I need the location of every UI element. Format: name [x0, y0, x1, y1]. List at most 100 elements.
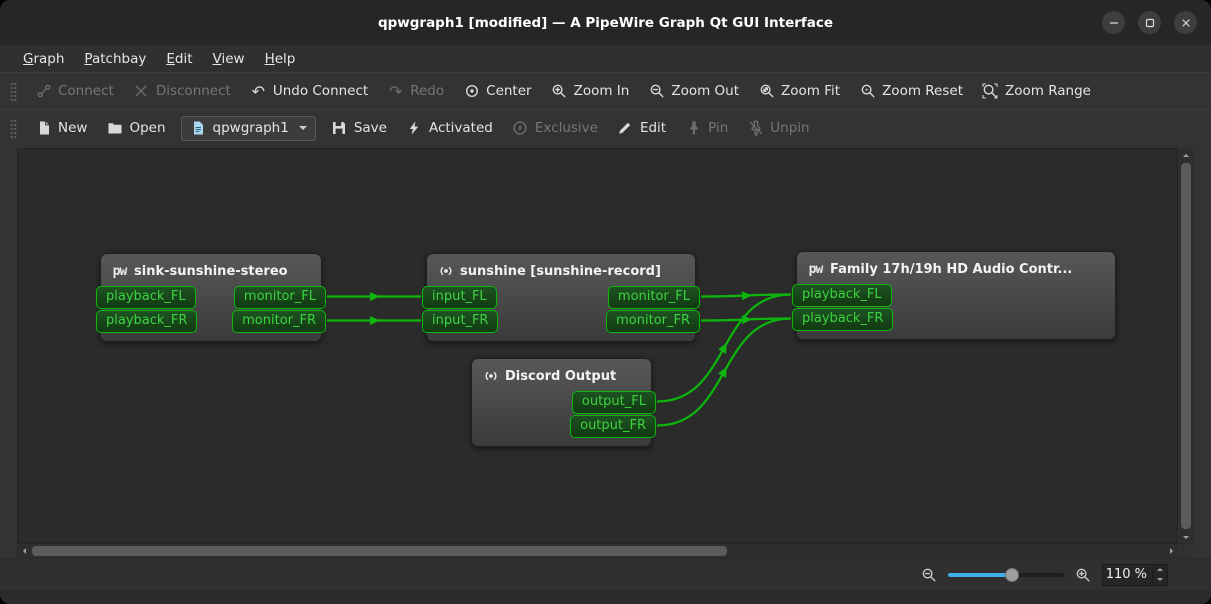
zoom-value[interactable]: 110 % [1103, 567, 1152, 582]
zoom-in-button[interactable]: Zoom In [542, 78, 639, 105]
open-icon [106, 120, 123, 137]
exclusive-icon [512, 120, 529, 137]
spin-down-button[interactable] [1153, 575, 1167, 585]
port-monitor_FL[interactable]: monitor_FL [608, 286, 700, 309]
triangle-up-icon [1183, 151, 1189, 157]
toolbar-button-label: Center [486, 83, 531, 99]
port-row: input_FRmonitor_FR [427, 310, 695, 334]
toolbar-button-label: Exclusive [535, 120, 598, 136]
undo-icon: ↶ [250, 83, 267, 100]
port-row: output_FR [472, 415, 651, 439]
zoom-spinbox[interactable]: 110 % [1102, 564, 1168, 586]
node-sink-sunshine-stereo[interactable]: pwsink-sunshine-stereoplayback_FLmonitor… [100, 253, 322, 342]
node-title: Discord Output [505, 369, 616, 384]
scroll-up-button[interactable] [1179, 148, 1193, 162]
toolbar-button-label: Zoom Reset [882, 83, 963, 99]
edit-icon [617, 120, 634, 137]
port-output_FL[interactable]: output_FL [572, 391, 656, 414]
zoom-slider[interactable] [948, 567, 1064, 583]
port-playback_FR[interactable]: playback_FR [96, 310, 197, 333]
menu-graph[interactable]: Graph [13, 48, 74, 70]
vertical-scrollbar[interactable] [1179, 148, 1193, 544]
exclusive-button[interactable]: Exclusive [503, 115, 607, 142]
toolbar-file: NewOpen qpwgraph1Save Activated Exclusive Ed… [0, 109, 1211, 146]
port-input_FL[interactable]: input_FL [422, 286, 497, 309]
window-title: qpwgraph1 [modified] — A PipeWire Graph … [378, 15, 833, 31]
toolbar-drag-handle[interactable] [10, 119, 17, 138]
redo-icon: ↷ [387, 83, 404, 100]
triangle-down-icon [1157, 578, 1163, 584]
pin-button[interactable]: Pin [676, 115, 737, 142]
node-family-audio[interactable]: pwFamily 17h/19h HD Audio Contr...playba… [796, 251, 1116, 340]
redo-button[interactable]: ↷Redo [378, 78, 453, 105]
port-playback_FL[interactable]: playback_FL [792, 284, 892, 307]
spin-up-button[interactable] [1153, 565, 1167, 575]
node-ports: playback_FLmonitor_FLplayback_FRmonitor_… [101, 286, 321, 334]
zoom-slider-handle[interactable] [1005, 568, 1019, 582]
triangle-down-icon [1183, 536, 1189, 542]
port-monitor_FR[interactable]: monitor_FR [606, 310, 700, 333]
edit-button[interactable]: Edit [608, 115, 675, 142]
patchbay-file-icon [190, 120, 207, 137]
menu-view[interactable]: View [203, 48, 255, 70]
zoom-spin-buttons [1152, 565, 1167, 585]
center-button[interactable]: Center [454, 78, 540, 105]
close-icon [1181, 18, 1191, 28]
menu-edit[interactable]: Edit [156, 48, 202, 70]
node-sunshine[interactable]: sunshine [sunshine-record] input_FLmonito… [426, 253, 696, 342]
port-output_FR[interactable]: output_FR [570, 415, 656, 438]
unpin-button[interactable]: Unpin [738, 115, 818, 142]
vertical-scrollbar-handle[interactable] [1181, 163, 1191, 529]
node-title: sunshine [sunshine-record] [460, 264, 661, 279]
menu-patchbay[interactable]: Patchbay [74, 48, 156, 70]
scroll-right-button[interactable] [1164, 544, 1178, 558]
activated-button[interactable]: Activated [397, 115, 502, 142]
triangle-right-icon [1170, 548, 1176, 554]
horizontal-scrollbar-handle[interactable] [32, 546, 727, 556]
new-button[interactable]: New [26, 115, 96, 142]
zoom-range-button[interactable]: Zoom Range [973, 78, 1100, 105]
close-button[interactable] [1174, 11, 1197, 34]
scroll-down-button[interactable] [1179, 530, 1193, 544]
toolbar-button-label: Connect [58, 83, 114, 99]
titlebar[interactable]: qpwgraph1 [modified] — A PipeWire Graph … [0, 0, 1211, 45]
minimize-icon [1109, 18, 1119, 28]
port-monitor_FL[interactable]: monitor_FL [234, 286, 326, 309]
toolbar-button-label: Zoom Out [671, 83, 739, 99]
window-bottom-edge [0, 590, 1211, 604]
connections-layer [18, 149, 1177, 543]
zoom-reset-button[interactable]: Zoom Reset [850, 78, 972, 105]
node-discord[interactable]: Discord Outputoutput_FLoutput_FR [471, 358, 652, 447]
zoom-range-icon [982, 83, 999, 100]
menu-help[interactable]: Help [255, 48, 306, 70]
node-ports: input_FLmonitor_FLinput_FRmonitor_FR [427, 286, 695, 334]
toolbar-drag-handle[interactable] [10, 82, 17, 101]
save-button[interactable]: Save [322, 115, 396, 142]
undo-connect-button[interactable]: ↶Undo Connect [241, 78, 377, 105]
port-row: playback_FRmonitor_FR [101, 310, 321, 334]
minimize-button[interactable] [1102, 11, 1125, 34]
zoom-in-icon [1074, 566, 1092, 584]
zoom-slider-fill [948, 573, 1012, 577]
port-input_FR[interactable]: input_FR [422, 310, 498, 333]
disconnect-button[interactable]: Disconnect [124, 78, 240, 105]
port-playback_FR[interactable]: playback_FR [792, 308, 893, 331]
triangle-left-icon [20, 548, 26, 554]
open-button[interactable]: Open [97, 115, 174, 142]
app-window: qpwgraph1 [modified] — A PipeWire Graph … [0, 0, 1211, 604]
zoom-fit-button[interactable]: Zoom Fit [749, 78, 849, 105]
toolbar-button-label: Activated [429, 120, 493, 136]
qpwgraph1-combo[interactable]: qpwgraph1 [181, 116, 316, 141]
horizontal-scrollbar[interactable] [17, 544, 1178, 558]
zoom-out-button[interactable]: Zoom Out [639, 78, 748, 105]
connect-button[interactable]: Connect [26, 78, 123, 105]
window-controls [1102, 0, 1197, 45]
chevron-down-icon [299, 126, 307, 134]
graph-canvas[interactable]: pwsink-sunshine-stereoplayback_FLmonitor… [17, 148, 1178, 544]
toolbar-button-label: Zoom Range [1005, 83, 1091, 99]
port-playback_FL[interactable]: playback_FL [96, 286, 196, 309]
maximize-button[interactable] [1138, 11, 1161, 34]
connection-arrow-icon [370, 292, 380, 301]
scroll-left-button[interactable] [17, 544, 31, 558]
port-monitor_FR[interactable]: monitor_FR [232, 310, 326, 333]
